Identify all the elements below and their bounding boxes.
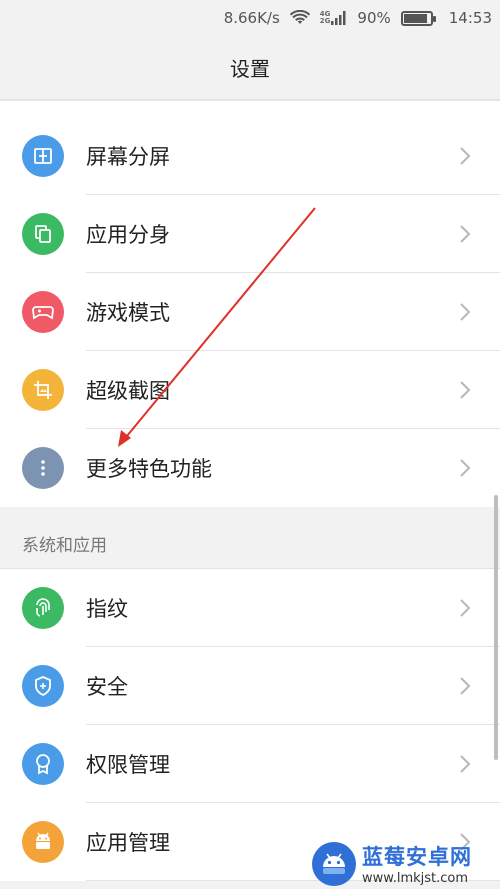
page-title-bar: 设置 bbox=[0, 36, 500, 100]
clock: 14:53 bbox=[448, 9, 492, 27]
chevron-right-icon bbox=[458, 379, 472, 401]
gamepad-icon bbox=[22, 291, 64, 333]
settings-item-label: 应用分身 bbox=[86, 223, 170, 247]
settings-item-permissions[interactable]: 权限管理 bbox=[0, 725, 500, 803]
system-apps-group: 指纹 安全 权限管理 应用管理 bbox=[0, 569, 500, 881]
settings-item-label: 更多特色功能 bbox=[86, 457, 212, 481]
cellular-signal-icon: 4G 2G bbox=[320, 11, 348, 25]
features-group: 屏幕分屏 应用分身 游戏模式 超级截图 更多特色功能 bbox=[0, 100, 500, 507]
chevron-right-icon bbox=[458, 597, 472, 619]
watermark: 蓝莓安卓网 www.lmkjst.com bbox=[312, 838, 500, 889]
settings-item-label: 游戏模式 bbox=[86, 301, 170, 325]
settings-item-split-screen[interactable]: 屏幕分屏 bbox=[0, 117, 500, 195]
settings-item-super-screenshot[interactable]: 超级截图 bbox=[0, 351, 500, 429]
more-dots-icon bbox=[22, 447, 64, 489]
split-screen-icon bbox=[22, 135, 64, 177]
scrollbar[interactable] bbox=[494, 495, 498, 760]
settings-item-app-clone[interactable]: 应用分身 bbox=[0, 195, 500, 273]
network-speed: 8.66K/s bbox=[223, 9, 280, 27]
app-clone-icon bbox=[22, 213, 64, 255]
section-header: 系统和应用 bbox=[0, 519, 500, 569]
android-logo-icon bbox=[312, 841, 356, 886]
watermark-url: www.lmkjst.com bbox=[362, 871, 469, 886]
battery-percent: 90% bbox=[357, 9, 391, 27]
permission-icon bbox=[22, 743, 64, 785]
settings-item-label: 权限管理 bbox=[86, 753, 170, 777]
section-gap bbox=[0, 507, 500, 519]
fingerprint-icon bbox=[22, 587, 64, 629]
chevron-right-icon bbox=[458, 145, 472, 167]
chevron-right-icon bbox=[458, 457, 472, 479]
settings-item-label: 指纹 bbox=[86, 597, 128, 621]
watermark-name: 蓝莓安卓网 bbox=[362, 845, 472, 869]
chevron-right-icon bbox=[458, 301, 472, 323]
screenshot-icon bbox=[22, 369, 64, 411]
chevron-right-icon bbox=[458, 223, 472, 245]
settings-screen: 8.66K/s 4G 2G 90% 14:53 设置 屏幕分屏 应用分身 游戏模… bbox=[0, 0, 500, 889]
settings-item-label: 安全 bbox=[86, 675, 128, 699]
previous-item-edge bbox=[0, 100, 500, 117]
network-type-bottom: 2G bbox=[319, 17, 331, 25]
android-icon bbox=[22, 821, 64, 863]
wifi-icon bbox=[289, 10, 310, 26]
battery-icon bbox=[400, 10, 439, 26]
shield-icon bbox=[22, 665, 64, 707]
page-title: 设置 bbox=[230, 57, 270, 81]
chevron-right-icon bbox=[458, 675, 472, 697]
settings-item-game-mode[interactable]: 游戏模式 bbox=[0, 273, 500, 351]
settings-item-fingerprint[interactable]: 指纹 bbox=[0, 569, 500, 647]
settings-item-label: 屏幕分屏 bbox=[86, 145, 170, 169]
chevron-right-icon bbox=[458, 753, 472, 775]
settings-item-more-features[interactable]: 更多特色功能 bbox=[0, 429, 500, 507]
status-bar: 8.66K/s 4G 2G 90% 14:53 bbox=[0, 0, 500, 36]
settings-item-security[interactable]: 安全 bbox=[0, 647, 500, 725]
settings-item-label: 超级截图 bbox=[86, 379, 170, 403]
